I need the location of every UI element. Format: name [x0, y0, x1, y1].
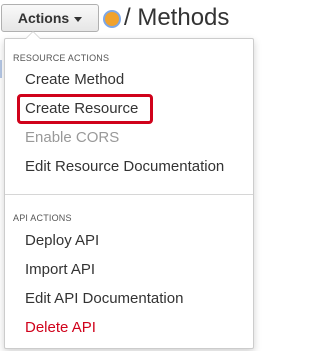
menu-item-delete-api[interactable]: Delete API [25, 319, 96, 337]
menu-item-deploy-api[interactable]: Deploy API [25, 232, 99, 250]
menu-item-edit-resource-documentation[interactable]: Edit Resource Documentation [25, 158, 224, 176]
section-header-api-actions: API ACTIONS [13, 213, 72, 223]
page-title: / Methods [124, 4, 230, 31]
menu-divider [5, 194, 253, 195]
menu-item-enable-cors: Enable CORS [25, 129, 120, 146]
section-header-resource-actions: RESOURCE ACTIONS [13, 53, 110, 63]
actions-dropdown-button[interactable]: Actions [1, 4, 99, 32]
actions-dropdown-menu: RESOURCE ACTIONS Create Method Create Re… [4, 31, 254, 349]
menu-item-edit-api-documentation[interactable]: Edit API Documentation [25, 290, 183, 308]
menu-item-import-api[interactable]: Import API [25, 261, 95, 279]
menu-item-create-resource[interactable]: Create Resource [25, 100, 138, 118]
caret-down-icon [74, 16, 83, 22]
page-accent-line [0, 60, 2, 78]
actions-button-label: Actions [17, 10, 70, 26]
status-dot-icon [105, 12, 119, 26]
menu-item-create-method[interactable]: Create Method [25, 71, 124, 89]
